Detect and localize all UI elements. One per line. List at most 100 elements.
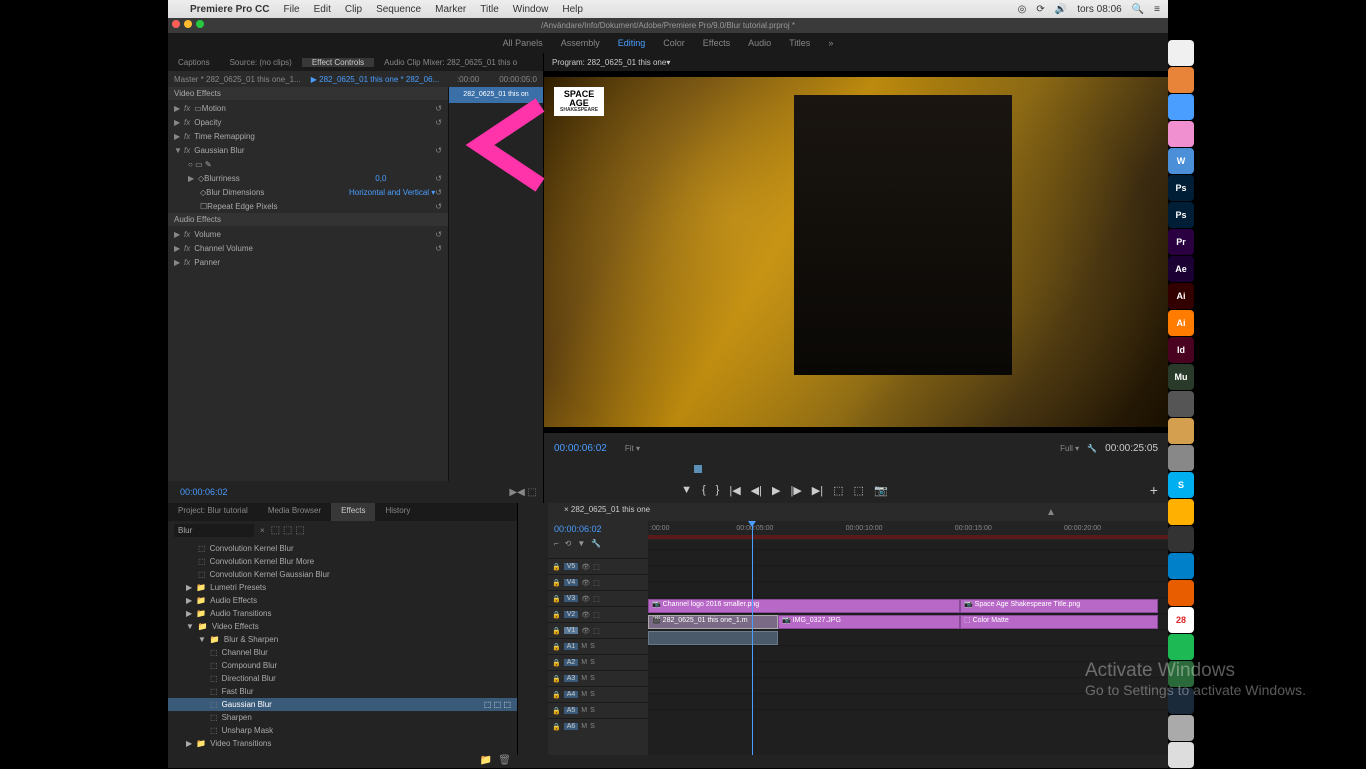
- dock-app-icon[interactable]: [1168, 40, 1194, 66]
- go-in-icon[interactable]: |◀: [729, 484, 740, 497]
- time-remap-effect[interactable]: Time Remapping: [194, 132, 442, 141]
- menu-file[interactable]: File: [283, 4, 299, 15]
- folder-video-trans[interactable]: ▶ 📁Video Transitions: [168, 737, 517, 750]
- timeline-timecode[interactable]: 00:00:06:02: [548, 521, 648, 537]
- timeline-area[interactable]: :00:00 00:00:05:00 00:00:10:00 00:00:15:…: [648, 521, 1168, 755]
- step-fwd-icon[interactable]: |▶: [790, 484, 801, 497]
- link-icon[interactable]: ⟲: [565, 539, 572, 548]
- expand-icon[interactable]: ▶: [174, 104, 184, 113]
- motion-effect[interactable]: Motion: [202, 104, 436, 113]
- snap-icon[interactable]: ⌐: [554, 539, 559, 548]
- dock-app-icon[interactable]: Pr: [1168, 229, 1194, 255]
- reset-icon[interactable]: ↺: [435, 230, 442, 239]
- spotlight-icon[interactable]: 🔍: [1132, 4, 1144, 15]
- dock-app-icon[interactable]: [1168, 634, 1194, 660]
- clock[interactable]: tors 08:06: [1077, 4, 1121, 15]
- zoom-fit[interactable]: Fit ▾: [625, 444, 640, 453]
- ec-clip-link[interactable]: ▶ 282_0625_01 this one * 282_06...: [311, 75, 439, 84]
- tab-media-browser[interactable]: Media Browser: [258, 503, 331, 521]
- expand-icon[interactable]: ▶: [174, 230, 184, 239]
- track-a5[interactable]: 🔒A5MS: [548, 702, 648, 718]
- step-back-icon[interactable]: ◀|: [751, 484, 762, 497]
- program-monitor[interactable]: SPACE AGE SHAKESPEARE: [544, 71, 1168, 433]
- tab-audio-mixer[interactable]: Audio Clip Mixer: 282_0625_01 this o: [374, 58, 527, 67]
- clip-v2-title[interactable]: 📷 Space Age Shakespeare Title.png: [960, 599, 1158, 613]
- status-icon[interactable]: ◎: [1018, 4, 1027, 15]
- reset-icon[interactable]: ↺: [435, 174, 442, 183]
- expand-icon[interactable]: ▼: [174, 146, 184, 155]
- mask-ellipse-icon[interactable]: ○: [188, 160, 193, 169]
- dock-app-icon[interactable]: [1168, 445, 1194, 471]
- track-v2[interactable]: 🔒V2👁⬚: [548, 606, 648, 622]
- menu-sequence[interactable]: Sequence: [376, 4, 421, 15]
- dock-app-icon[interactable]: Ps: [1168, 202, 1194, 228]
- tab-effects[interactable]: Effects: [331, 503, 375, 521]
- tab-project[interactable]: Project: Blur tutorial: [168, 503, 258, 521]
- ws-color[interactable]: Color: [663, 38, 685, 48]
- effect-item[interactable]: ⬚Directional Blur: [168, 672, 517, 685]
- panner-effect[interactable]: Panner: [194, 258, 442, 267]
- ws-audio[interactable]: Audio: [748, 38, 771, 48]
- dock-app-icon[interactable]: Ps: [1168, 175, 1194, 201]
- gaussian-blur-effect[interactable]: Gaussian Blur: [194, 146, 435, 155]
- reset-icon[interactable]: ↺: [435, 202, 442, 211]
- track-v3[interactable]: 🔒V3👁⬚: [548, 590, 648, 606]
- track-v4[interactable]: 🔒V4👁⬚: [548, 574, 648, 590]
- menu-title[interactable]: Title: [480, 4, 499, 15]
- sync-icon[interactable]: ⟳: [1036, 4, 1044, 15]
- expand-icon[interactable]: ▶: [174, 118, 184, 127]
- tab-source[interactable]: Source: (no clips): [220, 58, 302, 67]
- clear-search[interactable]: ×: [260, 526, 265, 535]
- blurriness-param[interactable]: Blurriness: [204, 174, 375, 183]
- ws-editing[interactable]: Editing: [618, 38, 646, 48]
- ws-titles[interactable]: Titles: [789, 38, 810, 48]
- volume-effect[interactable]: Volume: [194, 230, 435, 239]
- ws-overflow-icon[interactable]: »: [828, 38, 833, 48]
- preset-item[interactable]: ⬚Convolution Kernel Blur More: [168, 555, 517, 568]
- expand-icon[interactable]: ▶: [174, 244, 184, 253]
- bracket-out-icon[interactable]: }: [716, 484, 720, 497]
- dock-app-icon[interactable]: [1168, 526, 1194, 552]
- marker-icon[interactable]: ▼: [577, 539, 585, 548]
- ws-all-panels[interactable]: All Panels: [503, 38, 543, 48]
- sequence-name[interactable]: 282_0625_01 this one: [571, 505, 650, 514]
- folder-video-fx[interactable]: ▼ 📁Video Effects: [168, 620, 517, 633]
- lift-icon[interactable]: ⬚: [833, 484, 843, 497]
- clip-v2-logo[interactable]: 📷 Channel logo 2016 smaller.png: [648, 599, 960, 613]
- folder-audio-trans[interactable]: ▶ 📁Audio Transitions: [168, 607, 517, 620]
- delete-icon[interactable]: 🗑: [498, 755, 511, 766]
- expand-icon[interactable]: ▶: [174, 258, 184, 267]
- dock-app-icon[interactable]: Mu: [1168, 364, 1194, 390]
- dock-app-icon[interactable]: Ai: [1168, 283, 1194, 309]
- app-name[interactable]: Premiere Pro CC: [190, 4, 269, 15]
- play-icon[interactable]: ▶: [772, 484, 780, 497]
- volume-icon[interactable]: 🔊: [1055, 4, 1067, 15]
- menu-clip[interactable]: Clip: [345, 4, 362, 15]
- ws-effects[interactable]: Effects: [703, 38, 730, 48]
- mask-pen-icon[interactable]: ✎: [205, 160, 212, 169]
- dock-app-icon[interactable]: [1168, 67, 1194, 93]
- reset-icon[interactable]: ↺: [435, 104, 442, 113]
- mask-rect-icon[interactable]: ▭: [195, 160, 203, 169]
- track-a2[interactable]: 🔒A2MS: [548, 654, 648, 670]
- track-v5[interactable]: 🔒V5👁⬚: [548, 558, 648, 574]
- export-icon[interactable]: 📷: [874, 484, 888, 497]
- dock-app-icon[interactable]: [1168, 121, 1194, 147]
- dock-app-icon[interactable]: [1168, 553, 1194, 579]
- preset-item[interactable]: ⬚Convolution Kernel Blur: [168, 542, 517, 555]
- menu-icon[interactable]: ≡: [1154, 4, 1160, 15]
- blur-dimensions-value[interactable]: Horizontal and Vertical ▾: [349, 188, 435, 197]
- tab-history[interactable]: History: [375, 503, 420, 521]
- effect-gaussian-blur[interactable]: ⬚Gaussian Blur⬚ ⬚ ⬚: [168, 698, 517, 711]
- playhead[interactable]: [752, 521, 753, 755]
- blurriness-value[interactable]: 0,0: [375, 174, 435, 183]
- mask-icon[interactable]: ▭: [194, 104, 202, 113]
- clip-a1[interactable]: [648, 631, 778, 645]
- dock-app-icon[interactable]: Ai: [1168, 310, 1194, 336]
- reset-icon[interactable]: ↺: [435, 244, 442, 253]
- checkbox-icon[interactable]: ☐: [200, 202, 207, 211]
- dock-app-icon[interactable]: W: [1168, 148, 1194, 174]
- clip-v1-matte[interactable]: ⬚ Color Matte: [960, 615, 1158, 629]
- go-out-icon[interactable]: ▶|: [812, 484, 823, 497]
- track-a6[interactable]: 🔒A6MS: [548, 718, 648, 734]
